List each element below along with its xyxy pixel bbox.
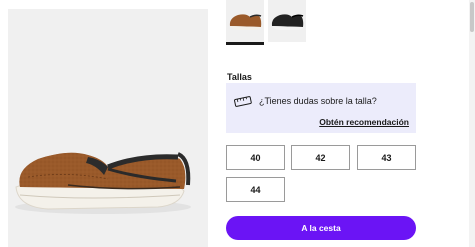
size-button-43[interactable]: 43: [357, 145, 416, 170]
size-button-42[interactable]: 42: [291, 145, 350, 170]
fit-help-box: ¿Tienes dudas sobre la talla? Obtén reco…: [226, 83, 416, 133]
size-button-40[interactable]: 40: [226, 145, 285, 170]
page-scrollbar[interactable]: [469, 0, 475, 247]
add-to-cart-button[interactable]: A la cesta: [226, 216, 416, 240]
shoe-illustration: [15, 152, 191, 214]
color-thumbnail-brown[interactable]: [226, 0, 264, 45]
product-image[interactable]: [8, 9, 208, 247]
black-shoe-thumb: [271, 14, 304, 30]
brown-shoe-thumb: [229, 14, 262, 30]
measuring-tape-icon: [234, 95, 252, 113]
scrollbar-thumb[interactable]: [470, 2, 474, 32]
color-thumbnail-black[interactable]: [268, 0, 306, 42]
fit-recommendation-link[interactable]: Obtén recomendación: [319, 117, 409, 127]
sizes-label: Tallas: [227, 72, 252, 82]
size-button-44[interactable]: 44: [226, 177, 285, 202]
fit-question: ¿Tienes dudas sobre la talla?: [259, 96, 377, 106]
